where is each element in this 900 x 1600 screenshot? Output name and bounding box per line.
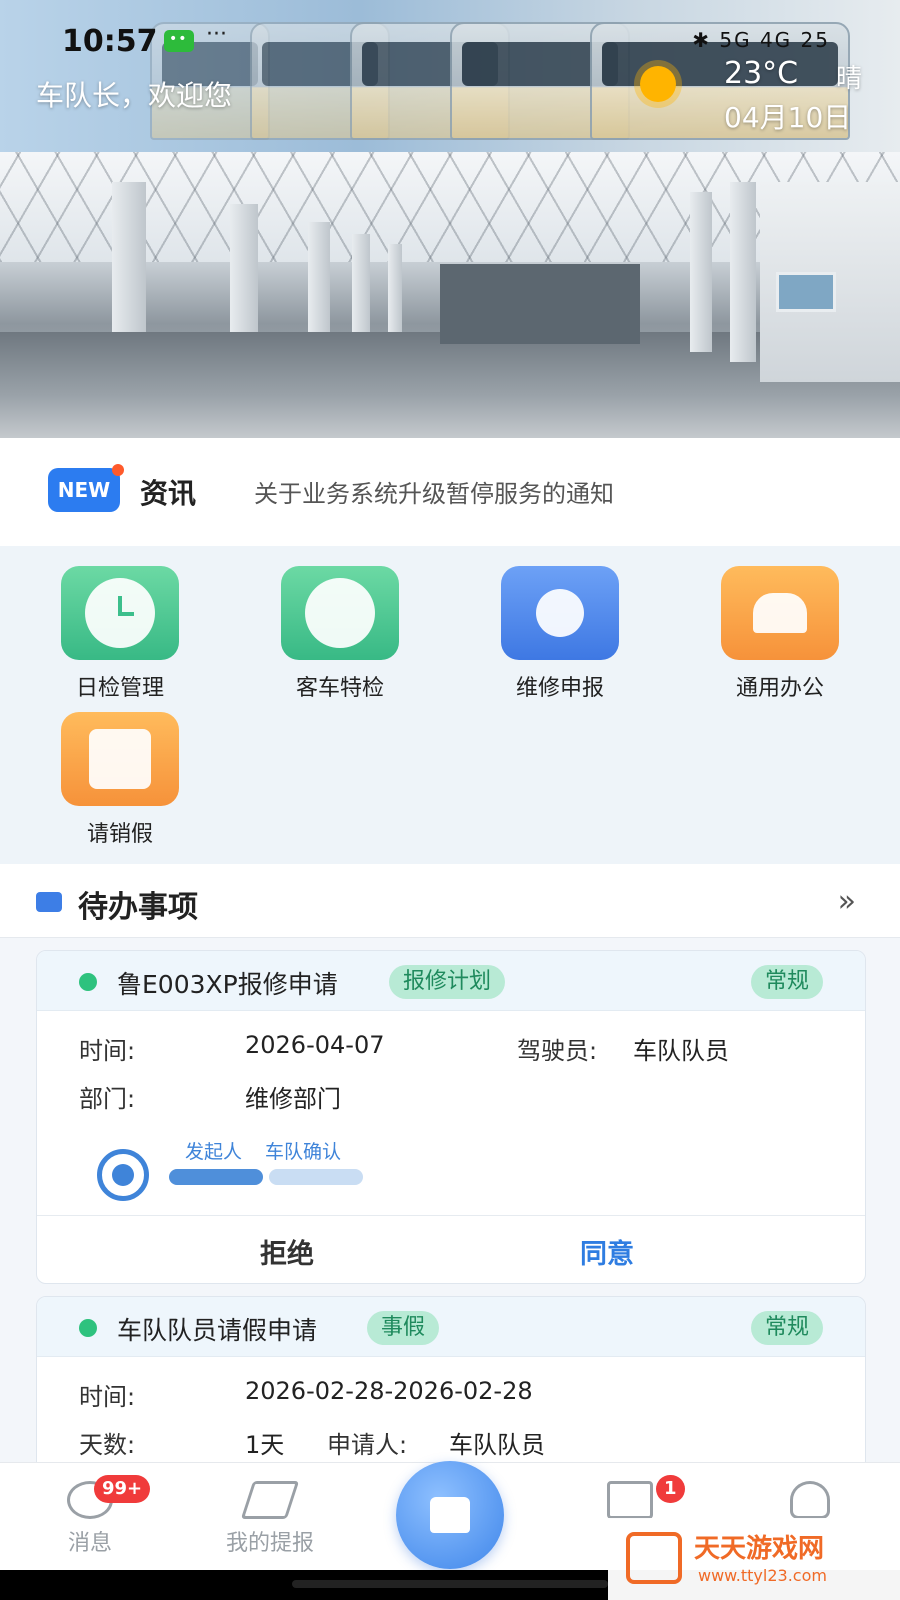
banner-pillar xyxy=(352,234,370,332)
nav-label: 我的提报 xyxy=(225,1531,314,1556)
banner-pillar xyxy=(308,222,330,332)
watermark-logo-icon xyxy=(626,1532,682,1584)
news-label: 资讯 xyxy=(140,477,197,510)
days-label: 天数: xyxy=(79,1431,136,1459)
app-bus-special-inspection[interactable]: 客车特检 xyxy=(252,566,428,702)
news-headline[interactable]: 关于业务系统升级暂停服务的通知 xyxy=(254,474,614,509)
todo-card[interactable]: 鲁E003XP报修申请 报修计划 常规 时间: 2026-04-07 驾驶员: … xyxy=(36,950,866,1284)
watermark: 天天游戏网 www.ttyl23.com xyxy=(608,1518,900,1600)
more-chevron-icon[interactable]: » xyxy=(838,884,856,919)
card-title: 车队队员请假申请 xyxy=(117,1316,318,1345)
banner-window xyxy=(776,272,836,312)
type-tag: 报修计划 xyxy=(389,965,506,999)
applicant-label: 申请人: xyxy=(327,1431,408,1459)
sun-icon xyxy=(640,66,676,102)
status-more: ··· xyxy=(206,22,227,47)
todo-card[interactable]: 车队队员请假申请 事假 常规 时间: 2026-02-28-2026-02-28… xyxy=(36,1296,866,1476)
banner-back-wall xyxy=(440,264,640,344)
app-label: 通用办公 xyxy=(735,676,824,701)
clock-icon xyxy=(61,566,179,660)
progress-step-done xyxy=(169,1169,263,1185)
card-actions: 拒绝 同意 xyxy=(37,1215,865,1283)
time-label: 时间: xyxy=(79,1383,136,1411)
wrench-icon xyxy=(501,566,619,660)
home-indicator[interactable] xyxy=(292,1580,608,1588)
file-badge: 1 xyxy=(656,1475,685,1503)
step-label: 车队确认 xyxy=(265,1141,342,1163)
card-header: 鲁E003XP报修申请 报修计划 常规 xyxy=(37,951,865,1011)
driver-label: 驾驶员: xyxy=(517,1037,598,1065)
nav-label: 消息 xyxy=(67,1531,112,1556)
step-label: 发起人 xyxy=(185,1141,243,1163)
progress-clock-icon xyxy=(97,1149,149,1201)
progress-step-pending xyxy=(269,1169,363,1185)
days-value: 1天 xyxy=(245,1431,285,1459)
banner-pillar xyxy=(112,182,146,332)
reject-button[interactable]: 拒绝 xyxy=(187,1232,387,1271)
priority-tag: 常规 xyxy=(750,965,823,999)
new-badge-icon: NEW xyxy=(48,464,124,512)
weather-date: 04月10日 xyxy=(724,101,852,134)
welcome-text: 车队长，欢迎您 xyxy=(36,79,233,112)
nav-messages[interactable]: 消息 99+ xyxy=(20,1475,160,1557)
bus-icon xyxy=(281,566,399,660)
dept-value: 维修部门 xyxy=(245,1085,341,1113)
app-label: 请销假 xyxy=(86,822,153,847)
app-general-office[interactable]: 通用办公 xyxy=(692,566,868,702)
home-button[interactable] xyxy=(396,1461,504,1569)
time-value: 2026-04-07 xyxy=(245,1031,385,1059)
wechat-icon xyxy=(164,30,194,52)
type-tag: 事假 xyxy=(367,1311,440,1345)
approve-button[interactable]: 同意 xyxy=(507,1232,707,1271)
user-icon xyxy=(790,1481,830,1519)
banner-pillar xyxy=(388,244,402,332)
card-header: 车队队员请假申请 事假 常规 xyxy=(37,1297,865,1357)
status-dot-icon xyxy=(79,973,97,991)
app-grid: 日检管理 客车特检 维修申报 通用办公 请销假 xyxy=(0,546,900,864)
paper-plane-icon xyxy=(240,1481,300,1519)
driver-value: 车队队员 xyxy=(633,1037,729,1065)
applicant-value: 车队队员 xyxy=(449,1431,545,1459)
app-daily-inspection[interactable]: 日检管理 xyxy=(32,566,208,702)
status-time: 10:57 xyxy=(62,24,158,59)
calendar-clock-icon xyxy=(61,712,179,806)
nav-files[interactable]: 1 xyxy=(560,1475,700,1519)
todo-list-icon xyxy=(36,892,62,912)
banner-carousel[interactable] xyxy=(0,152,900,438)
time-label: 时间: xyxy=(79,1037,136,1065)
app-repair-report[interactable]: 维修申报 xyxy=(472,566,648,702)
status-icons: ✱ 5G 4G 25 xyxy=(692,28,830,52)
nav-my-reports[interactable]: 我的提报 xyxy=(200,1481,340,1557)
banner-pillar xyxy=(730,182,756,362)
folder-icon xyxy=(607,1481,653,1519)
header: 10:57 ··· ✱ 5G 4G 25 车队长，欢迎您 23°C 晴 04月1… xyxy=(0,0,900,152)
app-leave-request[interactable]: 请销假 xyxy=(32,712,208,848)
priority-tag: 常规 xyxy=(750,1311,823,1345)
status-dot-icon xyxy=(79,1319,97,1337)
app-label: 维修申报 xyxy=(515,676,604,701)
banner-pillar xyxy=(690,192,712,352)
nav-profile[interactable] xyxy=(740,1481,880,1519)
todo-section-header: 待办事项 » xyxy=(0,864,900,938)
app-label: 日检管理 xyxy=(75,676,164,701)
todo-title: 待办事项 xyxy=(78,890,198,925)
news-ticker[interactable]: NEW 资讯 关于业务系统升级暂停服务的通知 xyxy=(0,438,900,546)
stamp-icon xyxy=(721,566,839,660)
unread-badge: 99+ xyxy=(94,1475,151,1503)
weather-temperature: 23°C xyxy=(724,56,799,91)
dept-label: 部门: xyxy=(79,1085,136,1113)
app-label: 客车特检 xyxy=(295,676,384,701)
time-value: 2026-02-28-2026-02-28 xyxy=(245,1377,533,1405)
watermark-url: www.ttyl23.com xyxy=(698,1566,827,1585)
banner-pillar xyxy=(230,204,258,332)
weather-condition: 晴 xyxy=(836,64,863,94)
card-title: 鲁E003XP报修申请 xyxy=(117,970,338,999)
watermark-title: 天天游戏网 xyxy=(694,1534,825,1564)
